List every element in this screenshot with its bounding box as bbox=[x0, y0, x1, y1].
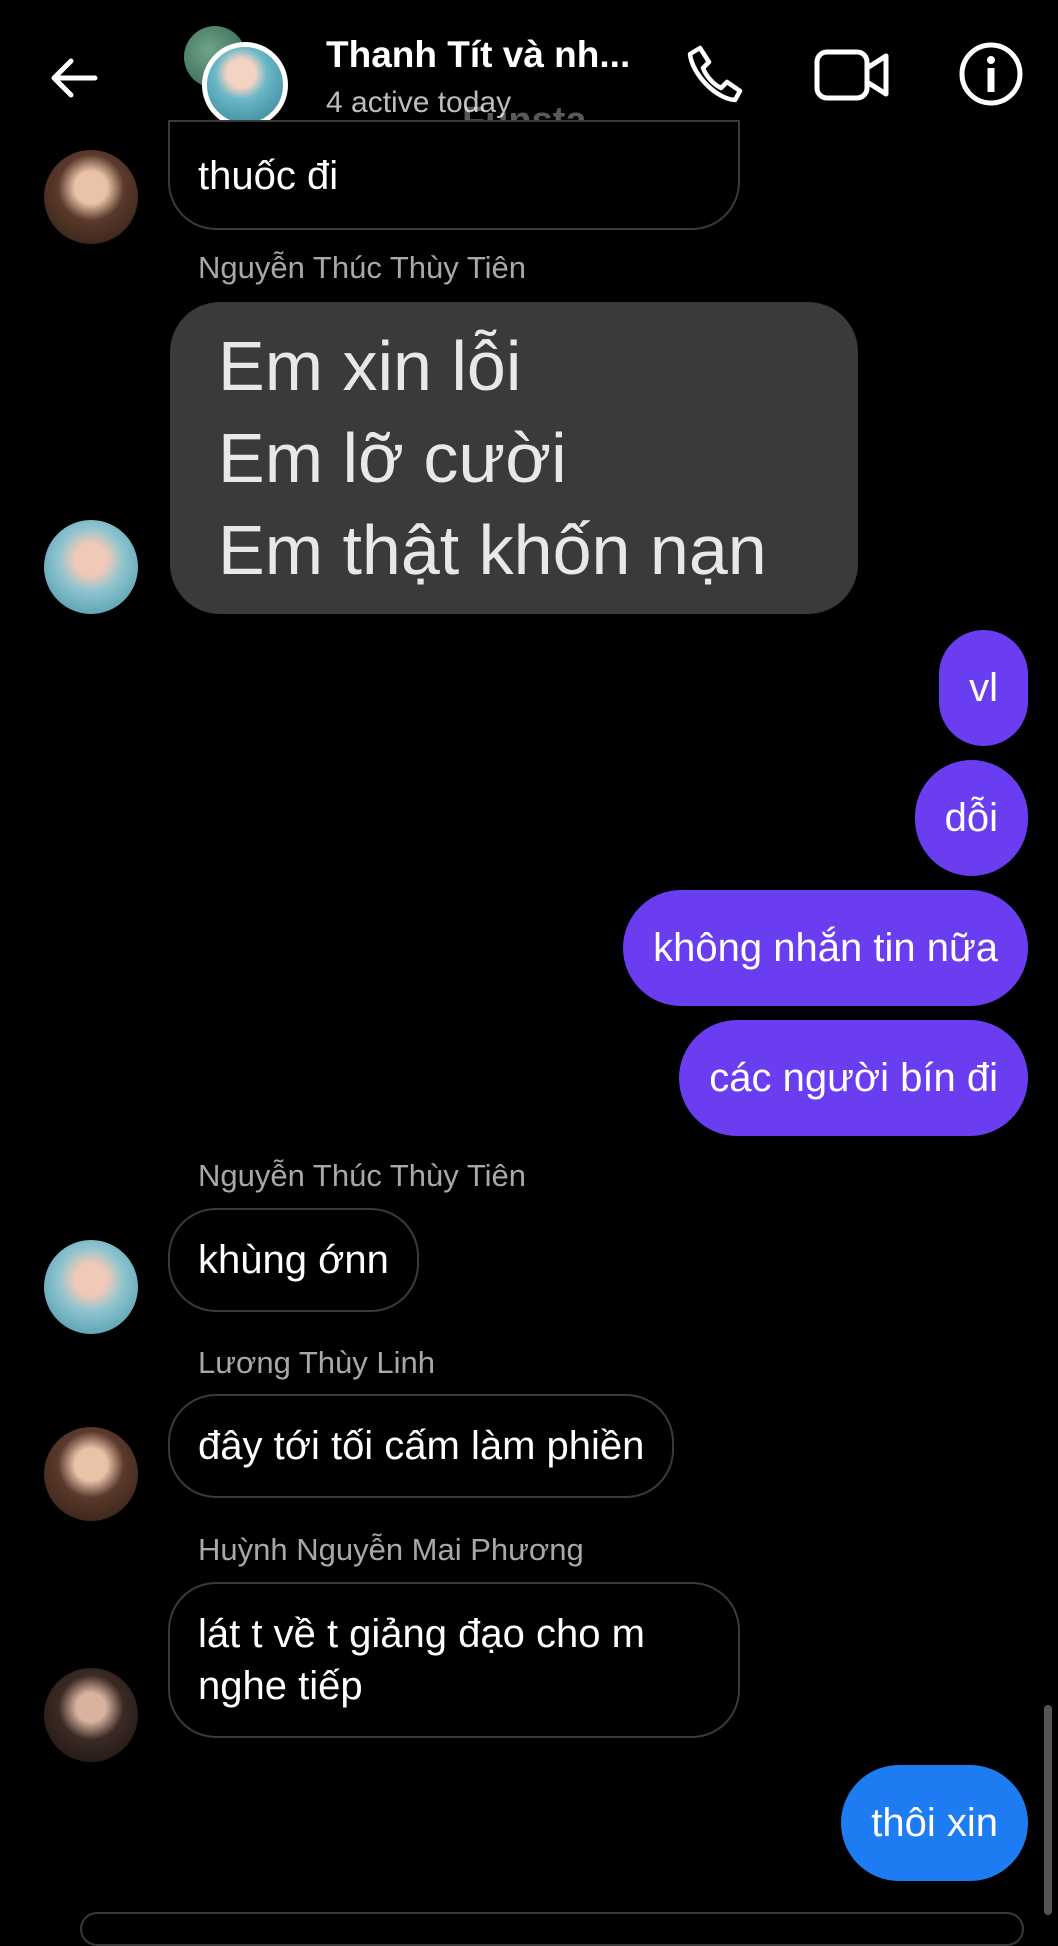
sender-name: Huỳnh Nguyễn Mai Phương bbox=[198, 1532, 584, 1567]
outgoing-message[interactable]: dỗi bbox=[914, 760, 1028, 876]
message-text: vl bbox=[969, 666, 998, 710]
outgoing-message[interactable]: thôi xin bbox=[841, 1765, 1028, 1881]
sender-name: Lương Thùy Linh bbox=[198, 1345, 435, 1380]
outgoing-message[interactable]: không nhắn tin nữa bbox=[623, 890, 1028, 1006]
sender-name: Nguyễn Thúc Thùy Tiên bbox=[198, 1158, 526, 1193]
info-icon[interactable] bbox=[955, 38, 1027, 110]
message-text: dỗi bbox=[944, 796, 998, 840]
incoming-message[interactable]: lát t về t giảng đạo cho m nghe tiếp bbox=[168, 1582, 740, 1738]
avatar-huynh-nguyen-mai-phuong[interactable] bbox=[44, 1668, 138, 1762]
image-text-line: Em xin lỗi bbox=[218, 327, 522, 405]
video-icon[interactable] bbox=[812, 40, 892, 110]
phone-icon[interactable] bbox=[680, 40, 750, 110]
message-text-line: nghe tiếp bbox=[198, 1664, 363, 1708]
incoming-message[interactable]: thuốc đi bbox=[168, 120, 740, 230]
message-text: các người bín đi bbox=[709, 1056, 998, 1100]
avatar-luong-thuy-linh[interactable] bbox=[44, 150, 138, 244]
avatar-nguyen-thuc-thuy-tien[interactable] bbox=[44, 1240, 138, 1334]
message-composer[interactable] bbox=[80, 1912, 1024, 1946]
outgoing-message[interactable]: các người bín đi bbox=[679, 1020, 1028, 1136]
message-text: thuốc đi bbox=[198, 154, 339, 198]
message-text: thôi xin bbox=[871, 1801, 998, 1845]
message-text: khùng ớnn bbox=[198, 1238, 389, 1282]
sender-name: Nguyễn Thúc Thùy Tiên bbox=[198, 250, 526, 285]
outgoing-message[interactable]: vl bbox=[939, 630, 1028, 746]
scrollbar[interactable] bbox=[1044, 1705, 1052, 1915]
avatar-nguyen-thuc-thuy-tien[interactable] bbox=[44, 520, 138, 614]
avatar-luong-thuy-linh[interactable] bbox=[44, 1427, 138, 1521]
image-text-line: Em thật khốn nạn bbox=[218, 511, 767, 589]
image-text-line: Em lỡ cười bbox=[218, 419, 567, 497]
back-arrow-icon[interactable] bbox=[44, 48, 104, 108]
conversation-title[interactable]: Thanh Tít và nh... bbox=[326, 34, 630, 76]
message-text-line: lát t về t giảng đạo cho m bbox=[198, 1612, 645, 1656]
incoming-message[interactable]: khùng ớnn bbox=[168, 1208, 419, 1312]
avatar-primary bbox=[202, 42, 288, 128]
message-text: đây tới tối cấm làm phiền bbox=[198, 1424, 645, 1468]
image-message[interactable]: Em xin lỗi Em lỡ cười Em thật khốn nạn bbox=[170, 302, 858, 614]
incoming-message[interactable]: đây tới tối cấm làm phiền bbox=[168, 1394, 675, 1498]
group-avatar[interactable] bbox=[182, 26, 288, 128]
message-text: không nhắn tin nữa bbox=[653, 926, 998, 970]
